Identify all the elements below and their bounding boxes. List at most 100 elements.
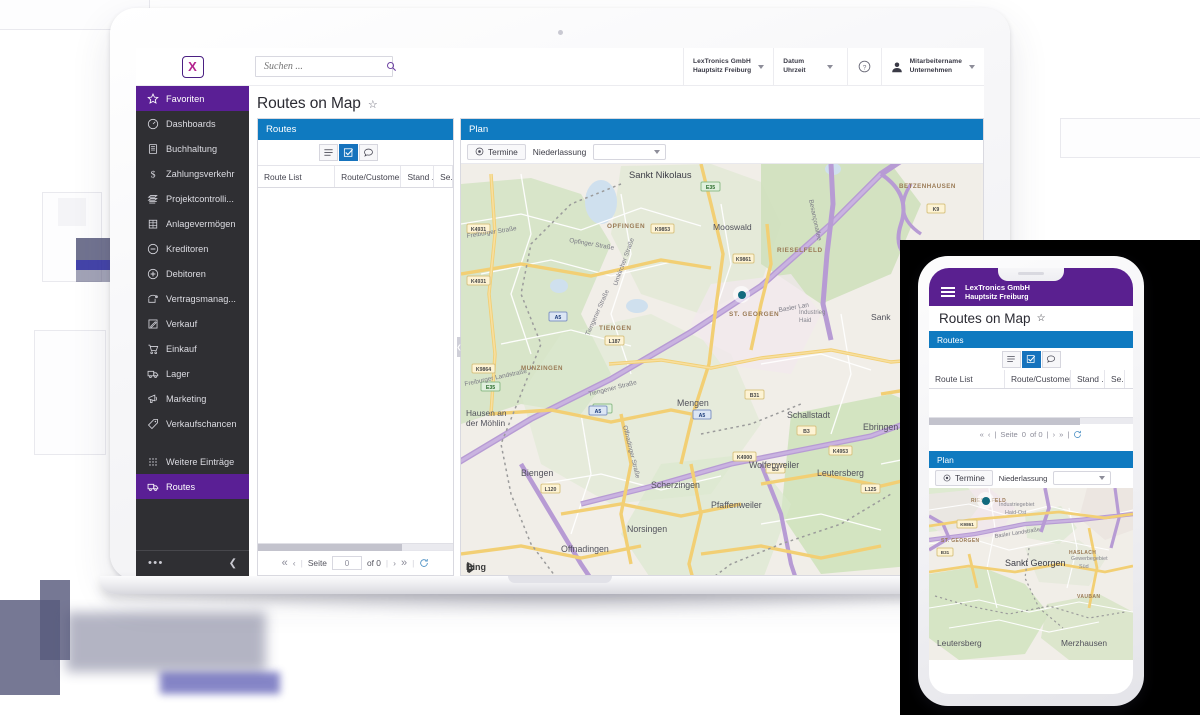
routes-grid-toolbar xyxy=(258,140,453,166)
comment-icon xyxy=(1046,354,1056,364)
routes-grid-body[interactable] xyxy=(258,188,453,543)
ellipsis-icon[interactable]: ••• xyxy=(148,558,164,569)
column-header[interactable]: Route/Customer xyxy=(335,166,401,187)
laptop-screen: X LexTronics GmbH xyxy=(136,48,984,576)
termine-button[interactable]: Termine xyxy=(467,144,526,160)
plan-pane-header: Plan xyxy=(461,119,983,140)
refresh-icon[interactable] xyxy=(1073,430,1082,439)
termine-button-label: Termine xyxy=(955,473,985,483)
column-header[interactable]: Stand ... xyxy=(1071,370,1105,388)
date-label: Datum xyxy=(783,58,805,66)
refresh-icon[interactable] xyxy=(419,558,429,568)
pager-next-button[interactable]: › xyxy=(1053,430,1056,439)
list-view-button[interactable] xyxy=(319,144,338,161)
mobile-routes-grid-toolbar xyxy=(929,348,1133,370)
sidebar-item-verkaufschancen[interactable]: Verkaufschancen xyxy=(136,411,249,436)
pager-last-button[interactable]: » xyxy=(1059,430,1063,439)
user-menu[interactable]: Mitarbeitername Unternehmen xyxy=(881,48,984,85)
column-header[interactable]: Stand ... xyxy=(401,166,434,187)
sidebar-item-buchhaltung[interactable]: Buchhaltung xyxy=(136,136,249,161)
svg-text:A5: A5 xyxy=(555,315,562,321)
laptop-device: X LexTronics GmbH xyxy=(110,8,1010,580)
star-outline-icon[interactable]: ☆ xyxy=(1037,313,1046,324)
sidebar-item-verkauf[interactable]: Verkauf xyxy=(136,311,249,336)
map-pin[interactable] xyxy=(977,492,994,509)
sidebar-item-label: Favoriten xyxy=(166,94,204,104)
chevron-down-icon xyxy=(1099,476,1105,480)
pager-next-button[interactable]: › xyxy=(393,558,396,568)
sidebar-item-weitere-eintraege[interactable]: Weitere Einträge xyxy=(136,449,249,474)
grid-dots-icon xyxy=(147,456,159,468)
comment-button[interactable] xyxy=(359,144,378,161)
search-container xyxy=(249,48,393,85)
minus-circle-icon xyxy=(147,243,159,255)
sidebar-item-einkauf[interactable]: Einkauf xyxy=(136,336,249,361)
chevron-down-icon xyxy=(827,65,833,69)
chevron-left-icon[interactable]: ❮ xyxy=(229,558,237,569)
select-view-button[interactable] xyxy=(1022,351,1041,368)
niederlassung-select[interactable] xyxy=(1053,471,1111,485)
company-selector[interactable]: LexTronics GmbH Hauptsitz Freiburg xyxy=(683,48,773,85)
select-view-button[interactable] xyxy=(339,144,358,161)
plan-toolbar: Termine Niederlassung xyxy=(461,140,983,164)
sidebar-item-label: Buchhaltung xyxy=(166,144,217,154)
sidebar-item-lager[interactable]: Lager xyxy=(136,361,249,386)
tag-icon xyxy=(147,418,159,430)
mobile-horizontal-scrollbar[interactable] xyxy=(929,417,1133,424)
mobile-routes-grid-body[interactable] xyxy=(929,389,1133,417)
pager-last-button[interactable]: » xyxy=(401,557,407,569)
svg-text:Süd: Süd xyxy=(1079,564,1089,570)
list-icon xyxy=(323,147,334,158)
sidebar-item-projektcontrolling[interactable]: Projektcontrolli... xyxy=(136,186,249,211)
sidebar-item-routes[interactable]: Routes xyxy=(136,474,249,499)
sidebar-item-anlagevermoegen[interactable]: Anlagevermögen xyxy=(136,211,249,236)
svg-text:Industriegebiet: Industriegebiet xyxy=(999,502,1035,508)
pager-prev-button[interactable]: ‹ xyxy=(293,558,296,568)
sidebar-item-label: Vertragsmanag... xyxy=(166,294,236,304)
ghost-shape xyxy=(0,600,60,695)
map-pin[interactable] xyxy=(733,286,750,303)
pager-page-input[interactable]: 0 xyxy=(1022,430,1026,439)
sidebar-item-kreditoren[interactable]: Kreditoren xyxy=(136,236,249,261)
routes-pane: Routes xyxy=(257,118,454,576)
pager-first-button[interactable]: « xyxy=(980,430,984,439)
routes-horizontal-scrollbar[interactable] xyxy=(258,543,453,550)
sidebar-item-label: Kreditoren xyxy=(166,244,208,254)
termine-button[interactable]: Termine xyxy=(935,470,993,486)
star-outline-icon[interactable]: ☆ xyxy=(368,98,378,111)
help-button[interactable]: ? xyxy=(847,48,881,85)
pager-page-input[interactable]: 0 xyxy=(332,556,362,570)
comment-button[interactable] xyxy=(1042,351,1061,368)
phone-screen: LexTronics GmbH Hauptsitz Freiburg Route… xyxy=(929,268,1133,694)
sidebar-item-debitoren[interactable]: Debitoren xyxy=(136,261,249,286)
svg-text:L125: L125 xyxy=(865,487,877,493)
column-header[interactable]: Se... xyxy=(1105,370,1125,388)
search-box[interactable] xyxy=(255,56,393,77)
pager-separator: | xyxy=(1067,430,1069,439)
sidebar-item-vertragsmanagement[interactable]: Vertragsmanag... xyxy=(136,286,249,311)
app-logo[interactable]: X xyxy=(136,48,249,85)
sidebar-item-zahlungsverkehr[interactable]: $ Zahlungsverkehr xyxy=(136,161,249,186)
pager-first-button[interactable]: « xyxy=(282,557,288,569)
hamburger-icon[interactable] xyxy=(941,287,955,297)
pager-prev-button[interactable]: ‹ xyxy=(988,430,991,439)
mobile-org: LexTronics GmbH Hauptsitz Freiburg xyxy=(965,283,1030,301)
sidebar-item-label: Marketing xyxy=(166,394,206,404)
mobile-plan-map[interactable]: K9861 B31 RIESELFELD HASLACH ST. GEORGEN… xyxy=(929,488,1133,660)
column-header[interactable]: Route List xyxy=(258,166,335,187)
mobile-plan-toolbar: Termine Niederlassung xyxy=(929,468,1133,488)
sidebar-item-favoriten[interactable]: Favoriten xyxy=(136,86,249,111)
sidebar-item-marketing[interactable]: Marketing xyxy=(136,386,249,411)
column-header[interactable]: Route/Customer xyxy=(1005,370,1071,388)
sidebar-item-dashboards[interactable]: Dashboards xyxy=(136,111,249,136)
sidebar-item-label: Debitoren xyxy=(166,269,206,279)
contract-icon xyxy=(147,293,159,305)
column-header[interactable]: Route List xyxy=(929,370,1005,388)
list-view-button[interactable] xyxy=(1002,351,1021,368)
svg-text:MUNZINGEN: MUNZINGEN xyxy=(521,365,563,372)
column-header[interactable]: Se... xyxy=(434,166,453,187)
niederlassung-select[interactable] xyxy=(593,144,666,160)
date-time-selector[interactable]: Datum Uhrzeit xyxy=(773,48,846,85)
search-input[interactable] xyxy=(262,60,386,73)
mobile-routes-column-headers: Route List Route/Customer Stand ... Se..… xyxy=(929,370,1133,389)
